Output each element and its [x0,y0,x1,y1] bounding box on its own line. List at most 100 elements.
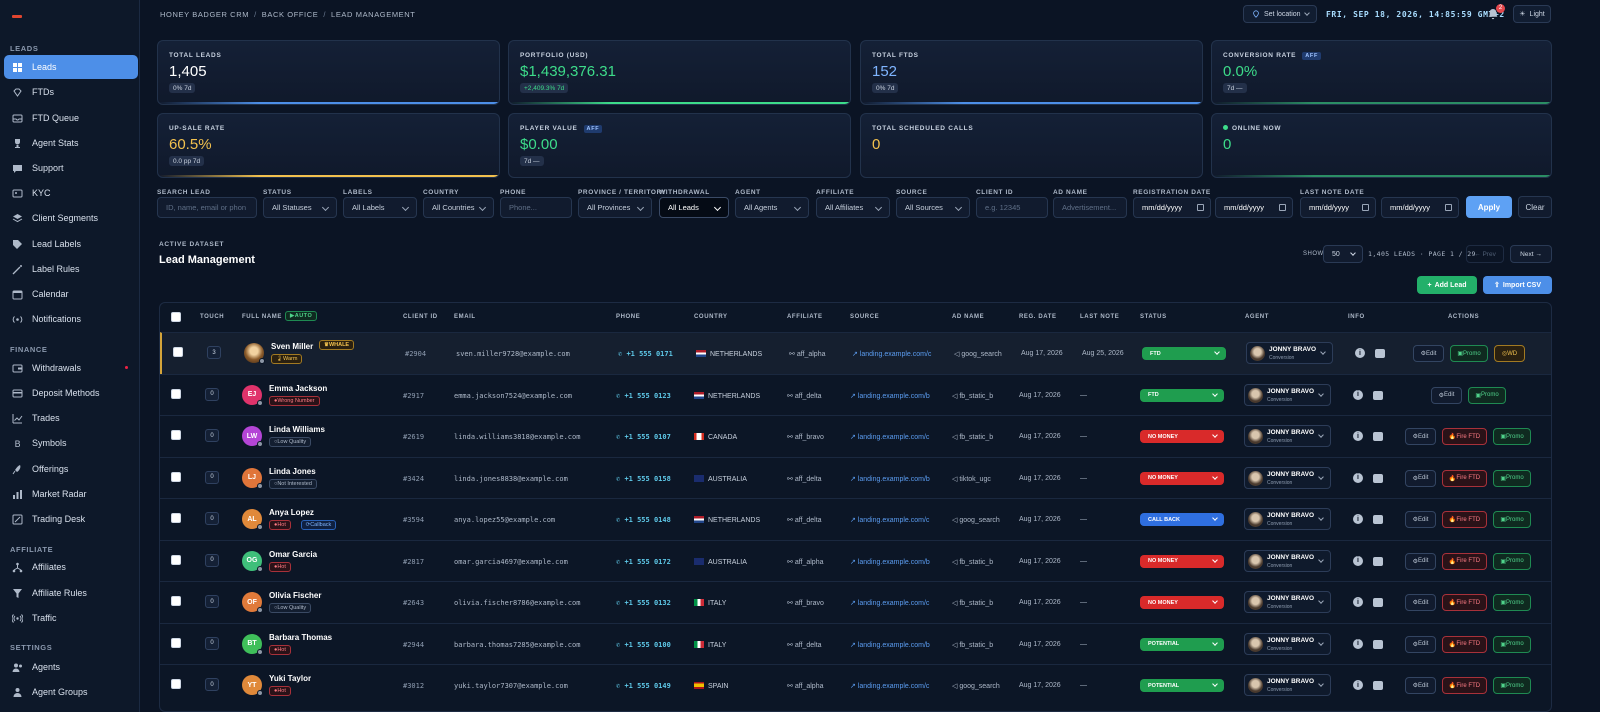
add-lead-button[interactable]: + Add Lead [1417,276,1477,294]
breadcrumb-item[interactable]: BACK OFFICE [262,10,319,19]
info-icon[interactable]: i [1353,472,1363,483]
promo-button[interactable]: ▣ Promo [1468,386,1506,404]
sidebar-item-label-rules[interactable]: Label Rules [4,257,138,281]
phone-link[interactable]: ✆ +1 555 0100 [616,641,671,649]
info-icon[interactable]: i [1353,638,1363,649]
fire-ftd-button[interactable]: 🔥 Fire FTD [1442,511,1487,528]
status-select[interactable]: All Statuses [263,197,337,218]
source-link[interactable]: ↗ landing.example.com/c [850,516,929,524]
sidebar-item-ftds[interactable]: FTDs [4,80,138,104]
row-checkbox[interactable] [171,388,181,399]
agent-select[interactable]: JONNY BRAVO Conversion [1244,383,1331,406]
edit-button[interactable]: ⚙ Edit [1431,386,1462,404]
theme-toggle-button[interactable]: ☀ Light [1513,5,1551,23]
country-select[interactable]: All Countries [423,197,494,218]
phone-link[interactable]: ✆ +1 555 0172 [616,558,671,566]
row-checkbox[interactable] [171,513,181,523]
email[interactable]: linda.williams3818@example.com [454,433,580,441]
table-row[interactable]: 0 YT Yuki Taylor ● Hot #3012 yuki.taylor7307@… [160,664,1551,706]
sidebar-item-affiliate-rules[interactable]: Affiliate Rules [4,581,138,605]
status-select[interactable]: CALL BACK [1140,513,1224,526]
row-checkbox[interactable] [173,347,183,357]
source-link[interactable]: ↗ landing.example.com/c [850,599,929,607]
source-link[interactable]: ↗ landing.example.com/c [852,350,931,358]
registration-date-from[interactable]: mm/dd/yyyy [1133,197,1211,218]
mail-icon[interactable] [1373,639,1383,649]
page-size-select[interactable]: 50 [1323,245,1363,263]
source-link[interactable]: ↗ landing.example.com/b [850,558,930,566]
mail-icon[interactable] [1373,556,1383,566]
row-checkbox[interactable] [171,554,181,565]
status-select[interactable]: NO MONEY [1140,554,1224,568]
email[interactable]: yuki.taylor7307@example.com [454,682,568,690]
status-select[interactable]: FTD [1140,388,1224,402]
sidebar-item-agents[interactable]: Agents [4,655,138,679]
table-row[interactable]: 0 EJ Emma Jackson ● Wrong Number #2917 emma.j… [160,373,1551,416]
withdrawal-select[interactable]: All Leads [659,197,729,218]
fire-ftd-button[interactable]: 🔥 Fire FTD [1442,428,1487,445]
sidebar-item-agent-stats[interactable]: Agent Stats [4,131,138,155]
phone-link[interactable]: ✆ +1 555 0171 [618,350,673,358]
email[interactable]: olivia.fischer8786@example.com [454,599,580,607]
info-icon[interactable]: i [1353,680,1363,690]
lead-name[interactable]: Linda Jones [269,467,316,476]
edit-button[interactable]: ⚙ Edit [1405,635,1436,653]
mail-icon[interactable] [1373,681,1383,690]
phone-link[interactable]: ✆ +1 555 0107 [616,433,671,441]
sidebar-item-market-radar[interactable]: Market Radar [4,482,138,506]
registration-date-to[interactable]: mm/dd/yyyy [1215,197,1293,218]
promo-button[interactable]: ▣ Promo [1493,469,1531,487]
sidebar-item-trades[interactable]: Trades [4,406,138,430]
table-row[interactable]: 0 OF Olivia Fischer ○ Low Quality #2643 olivi… [160,581,1551,623]
sidebar-item-deposit-methods[interactable]: Deposit Methods [4,381,138,405]
edit-button[interactable]: ⚙ Edit [1405,677,1436,694]
info-icon[interactable]: i [1353,514,1363,524]
prev-page-button[interactable]: ← Prev [1466,245,1504,263]
client-id-input[interactable]: e.g. 12345 [976,197,1048,218]
agent-select[interactable]: JONNY BRAVO Conversion [1244,549,1331,572]
promo-button[interactable]: ▣ Promo [1493,677,1531,694]
last-note-date-from[interactable]: mm/dd/yyyy [1300,197,1376,218]
info-icon[interactable]: i [1353,431,1363,441]
status-select[interactable]: POTENTIAL [1140,637,1224,651]
source-select[interactable]: All Sources [896,197,970,218]
email[interactable]: omar.garcia4697@example.com [454,558,568,566]
phone-input[interactable]: Phone... [500,197,572,218]
agent-select[interactable]: JONNY BRAVO Conversion [1244,632,1331,655]
lead-name[interactable]: Olivia Fischer [269,591,321,600]
phone-link[interactable]: ✆ +1 555 0158 [616,475,671,483]
edit-button[interactable]: ⚙ Edit [1405,594,1436,611]
select-all-checkbox[interactable] [171,312,181,322]
last-note-date-to[interactable]: mm/dd/yyyy [1381,197,1459,218]
edit-button[interactable]: ⚙ Edit [1405,469,1436,487]
info-icon[interactable]: i [1353,389,1363,400]
source-link[interactable]: ↗ landing.example.com/c [850,682,929,690]
edit-button[interactable]: ⚙ Edit [1413,345,1444,362]
email[interactable]: barbara.thomas7285@example.com [454,641,580,649]
status-select[interactable]: POTENTIAL [1140,679,1224,692]
sidebar-item-leads[interactable]: Leads [4,55,138,79]
email[interactable]: sven.miller9728@example.com [456,350,570,358]
fire-ftd-button[interactable]: 🔥 Fire FTD [1442,469,1487,487]
email[interactable]: emma.jackson7524@example.com [454,392,572,400]
sidebar-item-notifications[interactable]: Notifications [4,307,138,331]
row-checkbox[interactable] [171,430,181,440]
ad-name-input[interactable]: Advertisement... [1053,197,1127,218]
table-row[interactable]: 0 BT Barbara Thomas ● Hot #2944 barbara.thoma… [160,622,1551,665]
row-checkbox[interactable] [171,471,181,482]
table-row[interactable]: 0 OG Omar Garcia ● Hot #2817 omar.garcia4697@… [160,539,1551,582]
status-select[interactable]: NO MONEY [1140,471,1224,485]
import-csv-button[interactable]: ⇧ Import CSV [1483,276,1552,294]
sidebar-item-withdrawals[interactable]: Withdrawals [4,356,138,380]
table-row[interactable]: 0 LW Linda Williams ○ Low Quality #2619 linda… [160,415,1551,457]
fire-ftd-button[interactable]: 🔥 Fire FTD [1442,594,1487,611]
info-icon[interactable]: i [1353,597,1363,607]
set-location-button[interactable]: Set location [1243,5,1317,23]
province-select[interactable]: All Provinces [578,197,652,218]
source-link[interactable]: ↗ landing.example.com/b [850,475,930,483]
mail-icon[interactable] [1375,349,1385,358]
source-link[interactable]: ↗ landing.example.com/b [850,641,930,649]
agent-select[interactable]: JONNY BRAVO Conversion [1246,342,1333,364]
phone-link[interactable]: ✆ +1 555 0132 [616,599,671,607]
mail-icon[interactable] [1373,432,1383,441]
